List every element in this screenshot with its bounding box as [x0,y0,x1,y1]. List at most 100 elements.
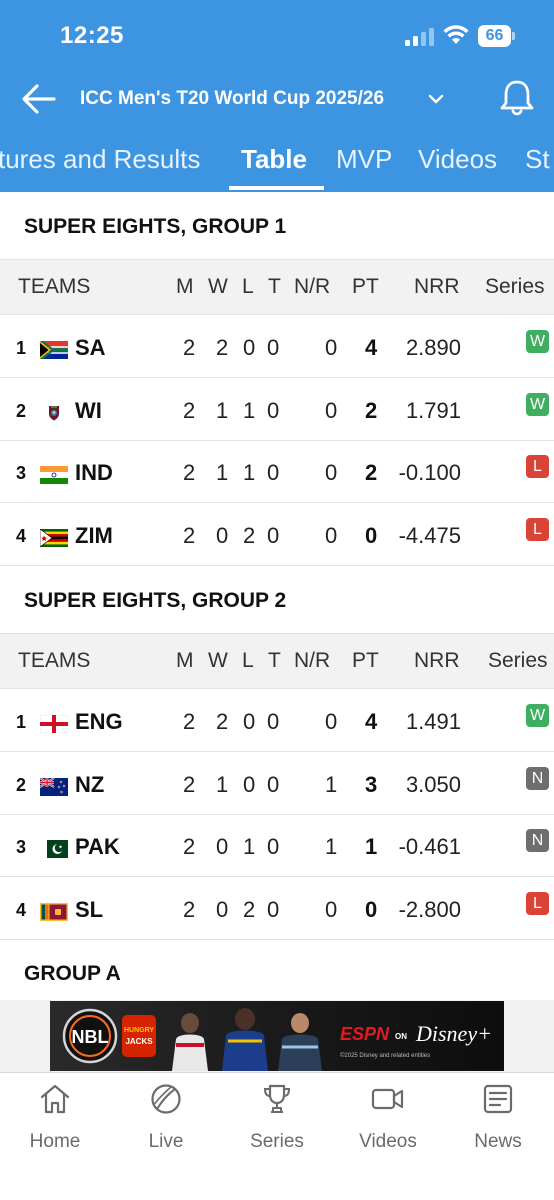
stat-pt: 2 [365,460,378,485]
stat-w: 1 [216,772,229,797]
sri-lanka-flag [40,903,68,921]
stat-nrr: 1.791 [405,398,461,423]
ad-nbl-logo: NBL [72,1027,109,1047]
stat-nr: 0 [325,460,338,485]
team-rank: 1 [16,712,27,732]
standings-row[interactable]: 1 ENG 2 2 0 0 0 4 1.491 W [0,690,554,752]
bottom-tab-home[interactable]: Home [5,1083,105,1153]
south-africa-flag [40,341,68,359]
series-result-badge: N [526,767,549,790]
team-name: WI [75,398,102,423]
stat-m: 2 [183,772,196,797]
stat-l: 1 [243,460,256,485]
stat-l: 2 [243,523,256,548]
col-no-result: N/R [294,649,331,672]
stat-t: 0 [267,460,280,485]
stat-nr: 0 [325,523,338,548]
stat-m: 2 [183,460,196,485]
bell-icon[interactable] [498,78,536,118]
stat-t: 0 [267,709,280,734]
stat-m: 2 [183,897,196,922]
back-arrow-icon[interactable] [20,82,58,116]
series-result-badge: W [526,393,549,416]
stat-m: 2 [183,523,196,548]
stat-pt: 3 [365,772,378,797]
chevron-down-icon[interactable] [428,93,444,105]
col-matches: M [176,649,194,672]
stat-nrr: -4.475 [398,523,461,548]
tab-videos[interactable]: Videos [418,144,497,175]
advertisement-banner[interactable]: NBL HUNGRY JACKS ESPN ON Disney+ ©2025 D… [50,1001,504,1071]
zimbabwe-flag [40,529,68,547]
battery-icon: 66 [478,25,516,47]
home-icon [40,1084,70,1114]
status-time: 12:25 [60,22,124,49]
ad-espn-logo: ESPN [340,1024,390,1044]
stat-w: 0 [216,834,229,859]
col-ties: T [268,275,281,298]
tab-fixtures-and-results[interactable]: tures and Results [0,144,200,175]
stat-m: 2 [183,398,196,423]
active-tab-indicator [229,186,324,190]
stat-t: 0 [267,897,280,922]
stat-t: 0 [267,834,280,859]
tab-mvp[interactable]: MVP [336,144,392,175]
bottom-tab-videos[interactable]: Videos [338,1083,438,1153]
team-name: PAK [75,834,120,859]
bottom-tab-label: Live [148,1131,184,1152]
group-title: SUPER EIGHTS, GROUP 2 [24,589,287,612]
team-name: ZIM [75,523,113,548]
stat-w: 0 [216,897,229,922]
team-rank: 4 [16,900,27,920]
stat-l: 1 [243,834,256,859]
series-result-badge: W [526,704,549,727]
stat-nrr: 1.491 [405,709,461,734]
section-tabs: tures and Results Table MVP Videos St [0,130,554,192]
nav-bar: ICC Men's T20 World Cup 2025/26 [0,74,554,124]
team-rank: 2 [16,775,27,795]
bottom-tab-news[interactable]: News [448,1083,548,1153]
standings-row[interactable]: 2 WI 2 1 1 0 0 2 1.791 W [0,379,554,441]
stat-t: 0 [267,523,280,548]
col-teams: TEAMS [18,275,91,298]
west-indies-flag [40,404,68,422]
ad-fine-print: ©2025 Disney and related entities [340,1052,430,1059]
table-header: TEAMS M W L T N/R PT NRR Series [0,633,554,689]
table-header: TEAMS M W L T N/R PT NRR Series [0,259,554,315]
bottom-tab-series[interactable]: Series [227,1083,327,1153]
stat-pt: 4 [365,709,378,734]
bottom-tab-label: Videos [359,1131,417,1152]
team-name: SL [75,897,104,922]
battery-level: 66 [478,25,511,47]
ad-artwork: NBL HUNGRY JACKS ESPN ON Disney+ ©2025 D… [50,1001,504,1071]
pakistan-flag [40,840,68,858]
standings-row[interactable]: 2 NZ 2 1 0 0 1 3 3.050 N [0,753,554,815]
stat-w: 0 [216,523,229,548]
team-name: IND [75,460,113,485]
series-result-badge: N [526,829,549,852]
stat-pt: 2 [365,398,378,423]
news-icon [483,1084,513,1114]
stat-w: 1 [216,398,229,423]
standings-row[interactable]: 4 ZIM 2 0 2 0 0 0 -4.475 L [0,504,554,566]
trophy-icon [263,1084,291,1113]
stat-nr: 1 [325,772,338,797]
standings-row[interactable]: 3 IND 2 1 1 0 0 2 -0.100 L [0,441,554,503]
bottom-tab-live[interactable]: Live [116,1083,216,1153]
col-points: PT [352,649,379,672]
tab-table[interactable]: Table [241,144,307,175]
video-camera-icon [371,1088,404,1110]
stat-pt: 0 [365,897,378,922]
team-name: ENG [75,709,123,734]
standings-row[interactable]: 4 SL 2 0 2 0 0 0 -2.800 L [0,878,554,940]
tab-stats[interactable]: St [525,144,550,175]
stat-w: 1 [216,460,229,485]
col-nrr: NRR [414,275,460,298]
standings-row[interactable]: 1 SA 2 2 0 0 0 4 2.890 W [0,316,554,378]
standings-row[interactable]: 3 PAK 2 0 1 0 1 1 -0.461 N [0,815,554,877]
col-wins: W [208,275,228,298]
series-title-dropdown[interactable]: ICC Men's T20 World Cup 2025/26 [80,88,384,110]
col-wins: W [208,649,228,672]
status-bar: 12:25 66 [0,0,554,70]
stat-t: 0 [267,772,280,797]
